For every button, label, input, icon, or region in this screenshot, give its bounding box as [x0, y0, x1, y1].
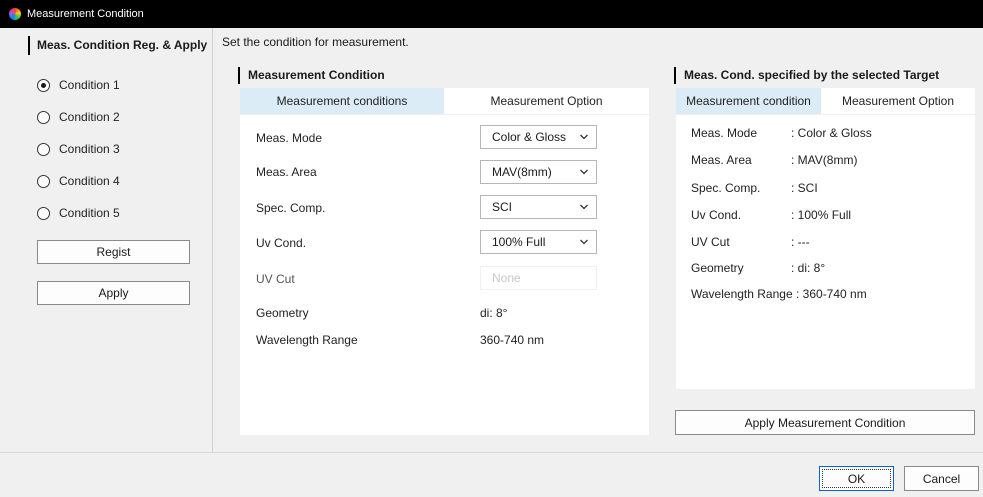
condition-label: Condition 3 — [59, 142, 120, 156]
condition-label: Condition 2 — [59, 110, 120, 124]
title-bar: Measurement Condition — [0, 0, 983, 28]
app-icon — [9, 8, 21, 20]
tab-target-measurement-condition[interactable]: Measurement condition — [676, 88, 821, 114]
meas-area-select[interactable]: MAV(8mm) — [480, 160, 597, 184]
tab-measurement-conditions[interactable]: Measurement conditions — [240, 88, 444, 114]
chevron-down-icon — [580, 134, 588, 141]
meas-area-value: MAV(8mm) — [492, 165, 552, 179]
target-uv-cond-label: Uv Cond. — [691, 208, 742, 222]
radio-icon[interactable] — [37, 206, 50, 220]
condition-label: Condition 5 — [59, 206, 120, 220]
target-geometry-value: : di: 8° — [791, 261, 826, 275]
condition-panel-header: Meas. Condition Reg. & Apply — [28, 36, 207, 55]
uv-cut-label: UV Cut — [256, 272, 295, 286]
target-uv-cut-value: : --- — [791, 235, 810, 249]
target-wavelength-range-value: : 360-740 nm — [796, 287, 867, 301]
target-spec-comp-label: Spec. Comp. — [691, 181, 761, 195]
geometry-label: Geometry — [256, 306, 309, 320]
uv-cut-select: None — [480, 266, 597, 290]
condition-label: Condition 4 — [59, 174, 120, 188]
spec-comp-label: Spec. Comp. — [256, 201, 326, 215]
geometry-value: di: 8° — [480, 306, 508, 320]
condition-radio-3[interactable]: Condition 3 — [37, 140, 120, 158]
tab-target-measurement-option[interactable]: Measurement Option — [821, 88, 975, 114]
meas-mode-label: Meas. Mode — [256, 131, 323, 145]
ok-button[interactable]: OK — [819, 466, 894, 491]
target-meas-area-value: : MAV(8mm) — [791, 153, 858, 167]
condition-radio-1[interactable]: Condition 1 — [37, 76, 120, 94]
target-meas-mode-value: : Color & Gloss — [791, 126, 872, 140]
chevron-down-icon — [580, 169, 588, 176]
spec-comp-select[interactable]: SCI — [480, 195, 597, 219]
radio-icon[interactable] — [37, 142, 50, 156]
meas-mode-value: Color & Gloss — [492, 130, 567, 144]
regist-button[interactable]: Regist — [37, 240, 190, 264]
meas-area-label: Meas. Area — [256, 165, 317, 179]
window-title: Measurement Condition — [27, 8, 144, 20]
footer-separator — [0, 452, 983, 453]
uv-cond-value: 100% Full — [492, 235, 546, 249]
cancel-button[interactable]: Cancel — [904, 466, 979, 491]
condition-radio-4[interactable]: Condition 4 — [37, 172, 120, 190]
measurement-conditions-panel: Meas. Mode Color & Gloss Meas. Area MAV(… — [240, 115, 649, 435]
target-wavelength-range-label: Wavelength Range — [691, 287, 793, 301]
condition-radio-5[interactable]: Condition 5 — [37, 204, 120, 222]
tab-measurement-option[interactable]: Measurement Option — [444, 88, 649, 114]
target-condition-title: Meas. Cond. specified by the selected Ta… — [674, 67, 939, 84]
measurement-condition-title: Measurement Condition — [238, 67, 385, 84]
radio-icon[interactable] — [37, 174, 50, 188]
target-meas-mode-label: Meas. Mode — [691, 126, 758, 140]
spec-comp-value: SCI — [492, 200, 513, 214]
target-spec-comp-value: : SCI — [791, 181, 818, 195]
condition-label: Condition 1 — [59, 78, 120, 92]
target-meas-area-label: Meas. Area — [691, 153, 752, 167]
meas-mode-select[interactable]: Color & Gloss — [480, 125, 597, 149]
apply-measurement-condition-button[interactable]: Apply Measurement Condition — [675, 410, 975, 435]
radio-icon[interactable] — [37, 110, 50, 124]
chevron-down-icon — [580, 204, 588, 211]
dialog-body: Meas. Condition Reg. & Apply Condition 1… — [0, 28, 983, 497]
target-uv-cut-label: UV Cut — [691, 235, 730, 249]
uv-cut-value: None — [492, 271, 521, 285]
target-geometry-label: Geometry — [691, 261, 744, 275]
instruction-text: Set the condition for measurement. — [222, 35, 409, 49]
condition-panel: Meas. Condition Reg. & Apply Condition 1… — [0, 28, 213, 452]
uv-cond-label: Uv Cond. — [256, 236, 307, 250]
radio-checked-icon[interactable] — [37, 78, 50, 92]
wavelength-range-label: Wavelength Range — [256, 333, 358, 347]
focus-rectangle — [822, 469, 891, 488]
chevron-down-icon — [580, 239, 588, 246]
condition-radio-2[interactable]: Condition 2 — [37, 108, 120, 126]
target-uv-cond-value: : 100% Full — [791, 208, 852, 222]
apply-button[interactable]: Apply — [37, 281, 190, 305]
target-conditions-panel: Meas. Mode : Color & Gloss Meas. Area : … — [676, 115, 975, 389]
wavelength-range-value: 360-740 nm — [480, 333, 545, 347]
uv-cond-select[interactable]: 100% Full — [480, 230, 597, 254]
